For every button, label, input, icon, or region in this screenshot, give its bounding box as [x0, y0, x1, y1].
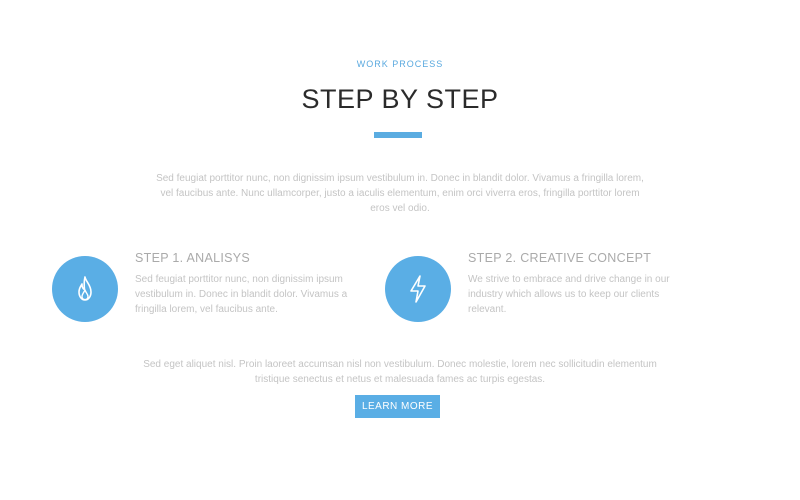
learn-more-button[interactable]: LEARN MORE	[355, 395, 440, 418]
title-divider	[374, 132, 422, 138]
outro-line: tristique senectus et netus et malesuada…	[254, 374, 546, 385]
step-desc-line: fringilla lorem, vel faucibus ante.	[135, 304, 278, 315]
intro-line: Sed feugiat porttitor nunc, non dignissi…	[156, 173, 644, 184]
step-desc-line: vestibulum in. Donec in blandit dolor. V…	[135, 289, 348, 300]
outro-line: Sed eget aliquet nisl. Proin laoreet acc…	[143, 359, 657, 370]
section-title: STEP BY STEP	[301, 84, 499, 114]
step-title: STEP 2. CREATIVE CONCEPT	[468, 251, 652, 265]
intro-text: Sed feugiat porttitor nunc, non dignissi…	[140, 171, 660, 216]
intro-line: vel faucibus ante. Nunc ullamcorper, jus…	[160, 188, 640, 199]
step-desc-line: Sed feugiat porttitor nunc, non dignissi…	[135, 274, 343, 285]
work-process-section: WORK PROCESS STEP BY STEP Sed feugiat po…	[0, 0, 800, 500]
section-eyebrow: WORK PROCESS	[356, 59, 444, 69]
step-description: Sed feugiat porttitor nunc, non dignissi…	[135, 272, 363, 317]
step-desc-line: industry which allows us to keep our cli…	[468, 289, 660, 300]
step-desc-line: relevant.	[468, 304, 507, 315]
step-description: We strive to embrace and drive change in…	[468, 272, 696, 317]
step-icon-circle	[385, 256, 451, 322]
lightning-bolt-icon	[410, 275, 426, 303]
step-title: STEP 1. ANALISYS	[135, 251, 251, 265]
step-desc-line: We strive to embrace and drive change in…	[468, 274, 670, 285]
step-icon-circle	[52, 256, 118, 322]
flame-icon	[78, 276, 92, 301]
outro-text: Sed eget aliquet nisl. Proin laoreet acc…	[100, 357, 700, 387]
intro-line: eros vel odio.	[370, 203, 430, 214]
